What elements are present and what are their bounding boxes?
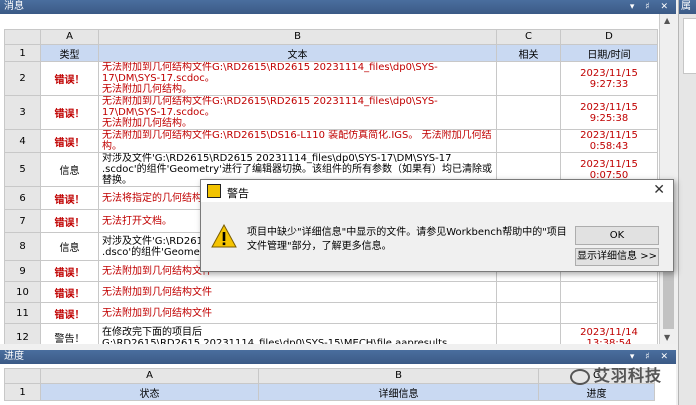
message-type: 信息 (40, 232, 99, 261)
related-cell (496, 61, 561, 96)
message-type: 信息 (40, 152, 99, 187)
progress-table: A B C 1 状态 详细信息 进度 (4, 368, 655, 401)
corner-cell (4, 368, 41, 384)
message-text: 无法附加到几何结构文件G:\RD2615\DS16-L110 装配仿真简化.IG… (98, 129, 497, 153)
message-datetime: 2023/11/15 9:25:38 (560, 95, 658, 130)
close-icon[interactable]: ✕ (653, 182, 665, 198)
message-type: 错误！ (40, 281, 99, 303)
row-number: 3 (4, 95, 41, 130)
related-header[interactable]: 相关 (496, 44, 561, 62)
message-datetime: 2023/11/15 0:58:43 (560, 129, 658, 153)
status-header[interactable]: 状态 (40, 383, 259, 401)
messages-panel-title: 消息 ▾ ♯ ✕ (0, 0, 676, 14)
corner-cell (4, 29, 41, 45)
scroll-up-arrow-icon[interactable]: ▲ (664, 16, 670, 25)
table-row[interactable]: 12 警告！ 在修改完下面的项目后 G:\RD2615\RD2615 2023111… (4, 323, 658, 344)
wechat-logo-icon (570, 368, 590, 385)
warning-dialog: 警告 ✕ 项目中缺少"详细信息"中显示的文件。请参见Workbench帮助中的"… (200, 179, 674, 272)
message-text: 无法附加到几何结构文件G:\RD2615\RD2615 20231114_fil… (98, 61, 497, 96)
related-cell (496, 95, 561, 130)
datetime-header[interactable]: 日期/时间 (560, 44, 658, 62)
warning-icon (211, 224, 237, 248)
table-row[interactable]: 2 错误！ 无法附加到几何结构文件G:\RD2615\RD2615 20231114… (4, 61, 658, 96)
row-number: 4 (4, 129, 41, 153)
message-text: 无法附加到几何结构文件G:\RD2615\RD2615 20231114_fil… (98, 95, 497, 130)
related-cell (496, 302, 561, 324)
row-number: 6 (4, 186, 41, 210)
row-number: 5 (4, 152, 41, 187)
watermark: 艾羽科技 (570, 362, 662, 386)
type-header[interactable]: 类型 (40, 44, 99, 62)
properties-panel-title: 属 (679, 0, 696, 14)
messages-panel-title-text: 消息 (4, 1, 24, 12)
message-type: 错误！ (40, 209, 99, 233)
column-letter[interactable]: D (560, 29, 658, 45)
row-number: 2 (4, 61, 41, 96)
row-number: 7 (4, 209, 41, 233)
progress-panel-title-text: 进度 (4, 351, 24, 362)
show-details-button[interactable]: 显示详细信息 >> (575, 248, 659, 266)
table-row[interactable]: 11 错误！ 无法附加到几何结构文件 (4, 302, 658, 324)
message-type: 错误！ (40, 95, 99, 130)
message-text: 在修改完下面的项目后 G:\RD2615\RD2615 20231114_fil… (98, 323, 497, 344)
message-text: 无法附加到几何结构文件 (98, 302, 497, 324)
column-letter[interactable]: A (40, 368, 259, 384)
properties-panel-content (683, 18, 696, 74)
dialog-titlebar[interactable]: 警告 ✕ (201, 180, 673, 202)
row-number: 9 (4, 260, 41, 282)
watermark-text: 艾羽科技 (594, 366, 663, 385)
message-type: 警告！ (40, 323, 99, 344)
column-letter[interactable]: B (98, 29, 497, 45)
related-cell (496, 129, 561, 153)
dialog-title: 警告 (227, 187, 249, 200)
related-cell (496, 323, 561, 344)
column-letter[interactable]: C (496, 29, 561, 45)
table-row[interactable]: 4 错误！ 无法附加到几何结构文件G:\RD2615\DS16-L110 装配仿真简… (4, 129, 658, 153)
progress-header[interactable]: 进度 (538, 383, 655, 401)
row-number: 8 (4, 232, 41, 261)
message-datetime: 2023/11/15 9:27:33 (560, 61, 658, 96)
message-type: 错误！ (40, 302, 99, 324)
properties-panel: 属 (678, 0, 696, 405)
message-type: 错误！ (40, 186, 99, 210)
app-icon (207, 184, 221, 198)
related-cell (496, 281, 561, 303)
message-text: 无法附加到几何结构文件 (98, 281, 497, 303)
text-header[interactable]: 文本 (98, 44, 497, 62)
panel-controls[interactable]: ▾ ♯ ✕ (630, 0, 672, 14)
column-letter[interactable]: A (40, 29, 99, 45)
message-type: 错误！ (40, 260, 99, 282)
message-datetime (560, 281, 658, 303)
table-row[interactable]: 3 错误！ 无法附加到几何结构文件G:\RD2615\RD2615 20231114… (4, 95, 658, 130)
message-datetime: 2023/11/14 13:38:54 (560, 323, 658, 344)
row-number: 12 (4, 323, 41, 344)
row-number: 1 (4, 383, 41, 401)
dialog-message: 项目中缺少"详细信息"中显示的文件。请参见Workbench帮助中的"项目文件管… (247, 227, 567, 252)
message-type: 错误！ (40, 129, 99, 153)
row-number: 11 (4, 302, 41, 324)
row-number: 1 (4, 44, 41, 62)
table-row[interactable]: 10 错误！ 无法附加到几何结构文件 (4, 281, 658, 303)
message-type: 错误！ (40, 61, 99, 96)
details-header[interactable]: 详细信息 (258, 383, 539, 401)
column-letter[interactable]: B (258, 368, 539, 384)
row-number: 10 (4, 281, 41, 303)
ok-button[interactable]: OK (575, 226, 659, 245)
message-datetime (560, 302, 658, 324)
scroll-down-arrow-icon[interactable]: ▼ (664, 333, 670, 342)
